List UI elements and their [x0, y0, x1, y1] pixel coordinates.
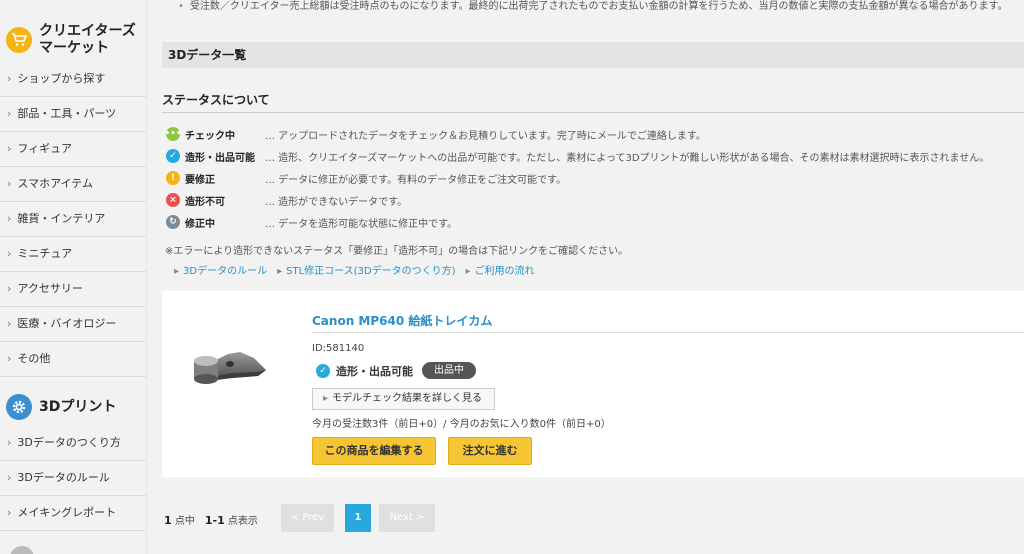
product-title-link[interactable]: Canon MP640 給紙トレイカム	[312, 312, 492, 329]
divider	[162, 112, 1024, 113]
status-desc: … 造形、クリエイターズマーケットへの出品が可能です。ただし、素材によって3Dプ…	[265, 152, 990, 164]
3d-print-list: 3Dデータのつくり方 3Dデータのルール メイキングレポート	[0, 426, 146, 531]
sidebar-item-other[interactable]: その他	[0, 342, 146, 377]
status-heading: ステータスについて	[162, 93, 270, 107]
creators-market-title: クリエイターズマーケット	[39, 23, 136, 56]
page-1-button[interactable]: 1	[345, 504, 371, 532]
product-stats: 今月の受注数3件（前日+0）/ 今月のお気に入り数0件（前日+0）	[312, 419, 611, 430]
sidebar-item-miniature[interactable]: ミニチュア	[0, 237, 146, 272]
check-icon: ✓	[166, 149, 180, 163]
status-desc: … データを造形可能な状態に修正中です。	[265, 218, 458, 230]
dots-icon: •••	[164, 127, 182, 141]
3d-print-title: 3Dプリント	[39, 398, 117, 415]
sales-note: 受注数／クリエイター売上総額は受注時点のものになります。最終的に出荷完了されたも…	[178, 0, 1008, 12]
link-stl-fix-course[interactable]: STL修正コース(3Dデータのつくり方)	[277, 262, 455, 277]
refresh-icon: ↻	[166, 215, 180, 229]
sidebar-item-accessory[interactable]: アクセサリー	[0, 272, 146, 307]
listing-badge: 出品中	[422, 362, 476, 379]
range-suffix: 点表示	[224, 516, 258, 527]
status-name: 修正中	[185, 218, 215, 230]
error-note: ※エラーにより造形できないステータス「要修正」「造形不可」の場合は下記リンクをご…	[165, 246, 629, 257]
next-page-button[interactable]: Next >	[379, 504, 435, 532]
check-icon: ✓	[316, 363, 330, 378]
range: 1-1	[204, 514, 225, 527]
edit-product-button[interactable]: この商品を編集する	[312, 437, 436, 465]
link-usage-flow[interactable]: ご利用の流れ	[466, 262, 535, 277]
sidebar-item-data-rules[interactable]: 3Dデータのルール	[0, 461, 146, 496]
status-name: チェック中	[185, 130, 235, 142]
creators-category-list: ショップから探す 部品・工具・パーツ フィギュア スマホアイテム 雑貨・インテリ…	[0, 62, 146, 377]
sidebar-item-parts[interactable]: 部品・工具・パーツ	[0, 97, 146, 132]
order-button[interactable]: 注文に進む	[448, 437, 532, 465]
product-status: ✓ 造形・出品可能 出品中	[316, 362, 476, 379]
status-name: 造形不可	[185, 196, 225, 208]
total-suffix: 点中	[171, 516, 205, 527]
pager-info: 1 点中 1-1 点表示	[164, 512, 258, 527]
status-row-available: ✓ 造形・出品可能 … 造形、クリエイターズマーケットへの出品が可能です。ただし…	[166, 145, 989, 167]
sidebar-item-making-report[interactable]: メイキングレポート	[0, 496, 146, 531]
product-card: Canon MP640 給紙トレイカム ID:581140 ✓ 造形・出品可能 …	[162, 291, 1024, 477]
product-id: ID:581140	[312, 343, 365, 354]
exclamation-icon: !	[166, 171, 180, 185]
section-title: 3Dデータ一覧	[162, 42, 1024, 68]
cart-icon	[6, 27, 32, 53]
status-desc: … アップロードされたデータをチェック＆お見積りしています。完了時にメールでご連…	[265, 130, 706, 142]
help-links: 3Dデータのルール STL修正コース(3Dデータのつくり方) ご利用の流れ	[174, 262, 545, 277]
status-desc: … 造形ができないデータです。	[265, 196, 408, 208]
status-row-needs-fix: ! 要修正 … データに修正が必要です。有料のデータ修正をご注文可能です。	[166, 167, 989, 189]
status-row-checking: ••• チェック中 … アップロードされたデータをチェック＆お見積りしています。…	[164, 123, 989, 145]
main-content: 受注数／クリエイター売上総額は受注時点のものになります。最終的に出荷完了されたも…	[162, 0, 1024, 554]
status-name: 要修正	[185, 174, 215, 186]
sidebar-item-medical[interactable]: 医療・バイオロジー	[0, 307, 146, 342]
sidebar-item-shop[interactable]: ショップから探す	[0, 62, 146, 97]
status-desc: … データに修正が必要です。有料のデータ修正をご注文可能です。	[265, 174, 567, 186]
product-status-label: 造形・出品可能	[336, 364, 413, 378]
model-check-button[interactable]: モデルチェック結果を詳しく見る	[312, 388, 495, 410]
3d-print-header[interactable]: 3Dプリント	[0, 393, 146, 421]
prev-page-button[interactable]: < Prev	[281, 504, 334, 532]
sidebar-item-smartphone[interactable]: スマホアイテム	[0, 167, 146, 202]
sidebar-item-interior[interactable]: 雑貨・インテリア	[0, 202, 146, 237]
sidebar-item-how-to-make[interactable]: 3Dデータのつくり方	[0, 426, 146, 461]
status-legend: ••• チェック中 … アップロードされたデータをチェック＆お見積りしています。…	[164, 123, 989, 233]
sidebar-item-figure[interactable]: フィギュア	[0, 132, 146, 167]
next-section-icon	[10, 546, 34, 554]
creators-market-header[interactable]: クリエイターズマーケット	[0, 20, 146, 60]
product-thumbnail[interactable]	[192, 346, 272, 397]
status-name: 造形・出品可能	[185, 152, 255, 164]
link-data-rules[interactable]: 3Dデータのルール	[174, 262, 267, 277]
cross-icon: ×	[166, 193, 180, 207]
gear-icon	[6, 394, 32, 420]
divider	[312, 332, 1024, 333]
sidebar: クリエイターズマーケット ショップから探す 部品・工具・パーツ フィギュア スマ…	[0, 0, 147, 554]
total-count: 1	[164, 514, 172, 527]
status-row-fixing: ↻ 修正中 … データを造形可能な状態に修正中です。	[166, 211, 989, 233]
status-row-not-printable: × 造形不可 … 造形ができないデータです。	[166, 189, 989, 211]
